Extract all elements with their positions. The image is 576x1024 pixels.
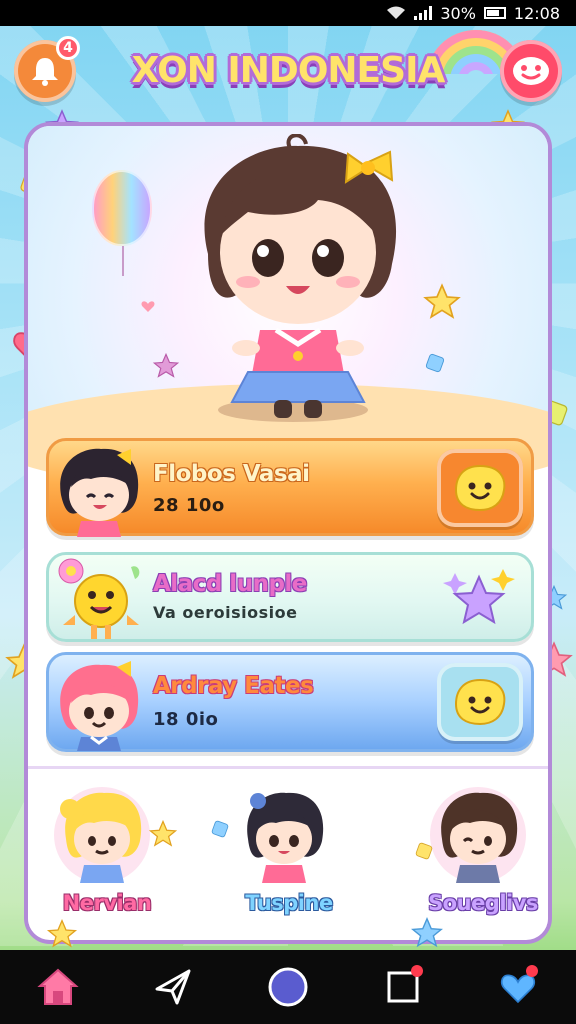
row-subtitle: 28 10o bbox=[153, 495, 225, 516]
heart-decoration-icon bbox=[141, 301, 155, 312]
wifi-icon bbox=[386, 6, 406, 20]
row-title: Ardray Eates bbox=[153, 673, 314, 699]
nav-center[interactable] bbox=[258, 957, 318, 1017]
app-title: XON INDONESIA bbox=[131, 50, 446, 91]
smiley-button[interactable] bbox=[437, 449, 523, 527]
row-subtitle: 18 0io bbox=[153, 709, 219, 730]
balloon-string bbox=[122, 246, 124, 276]
balloon-icon bbox=[92, 170, 152, 246]
star-decoration-icon bbox=[423, 283, 461, 319]
character-avatar bbox=[247, 792, 324, 883]
character-name: Soueglivs bbox=[428, 891, 538, 915]
row-title: Alacd lunple bbox=[153, 571, 307, 597]
character-avatar bbox=[60, 792, 142, 883]
row-subtitle: Va oeroisiosioe bbox=[153, 603, 298, 622]
gem-decoration-icon bbox=[425, 353, 445, 373]
notification-dot bbox=[411, 965, 424, 977]
nav-explore[interactable] bbox=[143, 957, 203, 1017]
smiley-icon bbox=[454, 464, 506, 512]
bottom-navigation bbox=[0, 950, 576, 1024]
circle-icon bbox=[268, 967, 308, 1007]
smiley-button[interactable] bbox=[437, 663, 523, 741]
notification-badge: 4 bbox=[56, 36, 80, 60]
character-avatar bbox=[60, 448, 139, 537]
hero-character-avatar bbox=[204, 134, 397, 418]
character-selector: Nervian Tuspine Soueglivs bbox=[28, 766, 548, 936]
header: 4 XON INDONESIA bbox=[0, 30, 576, 120]
character-avatar bbox=[60, 661, 139, 751]
star-decoration-icon bbox=[152, 352, 180, 378]
signal-icon bbox=[414, 6, 433, 20]
character-name: Tuspine bbox=[245, 891, 333, 915]
mascot-avatar bbox=[58, 558, 140, 639]
character-card[interactable]: Soueglivs bbox=[408, 779, 548, 929]
character-card[interactable]: Tuspine bbox=[214, 779, 364, 929]
character-avatar bbox=[441, 792, 518, 883]
star-button[interactable] bbox=[443, 565, 517, 635]
profile-button[interactable] bbox=[500, 40, 562, 102]
nav-favorites[interactable] bbox=[488, 957, 548, 1017]
star-icon bbox=[443, 569, 515, 625]
feature-row[interactable]: Flobos Vasai 28 10o bbox=[46, 438, 534, 537]
feature-row[interactable]: Alacd lunple Va oeroisiosioe bbox=[46, 552, 534, 642]
character-card[interactable]: Nervian bbox=[32, 779, 182, 929]
feature-row[interactable]: Ardray Eates 18 0io bbox=[46, 652, 534, 752]
face-icon bbox=[513, 57, 549, 85]
paper-plane-icon bbox=[155, 969, 191, 1005]
battery-percent: 30% bbox=[440, 3, 476, 23]
hero-banner[interactable] bbox=[28, 126, 548, 494]
row-title: Flobos Vasai bbox=[153, 461, 310, 487]
home-icon bbox=[36, 968, 79, 1005]
character-name: Nervian bbox=[62, 891, 152, 915]
bell-icon bbox=[32, 58, 58, 86]
main-card: Flobos Vasai 28 10o Alacd lunple Va oero… bbox=[24, 122, 552, 944]
smiley-icon bbox=[454, 678, 506, 726]
nav-recent[interactable] bbox=[373, 957, 433, 1017]
nav-home[interactable] bbox=[28, 957, 88, 1017]
clock: 12:08 bbox=[513, 3, 560, 23]
battery-icon bbox=[483, 7, 506, 19]
